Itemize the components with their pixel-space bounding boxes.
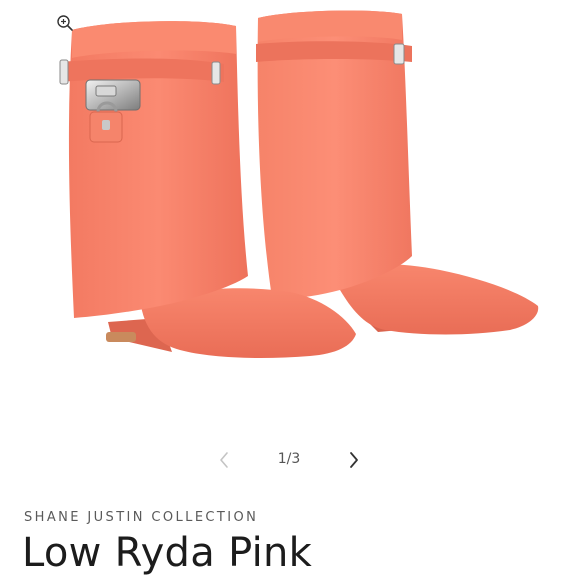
boots-illustration — [59, 10, 539, 358]
chevron-right-icon — [350, 452, 358, 468]
zoom-button[interactable] — [52, 10, 78, 36]
product-gallery — [0, 0, 580, 430]
zoom-in-icon — [57, 15, 73, 31]
right-boot — [256, 10, 539, 335]
slide-counter: 1/3 — [277, 451, 301, 467]
product-title: Low Ryda Pink — [22, 530, 313, 576]
product-image[interactable] — [40, 0, 550, 380]
slider-controls: 1/3 — [0, 442, 580, 478]
next-slide-button[interactable] — [342, 448, 366, 472]
chevron-left-icon — [220, 452, 228, 468]
previous-slide-button[interactable] — [212, 448, 236, 472]
product-vendor: SHANE JUSTIN COLLECTION — [24, 510, 259, 525]
product-page: 1/3 SHANE JUSTIN COLLECTION Low Ryda Pin… — [0, 0, 580, 580]
